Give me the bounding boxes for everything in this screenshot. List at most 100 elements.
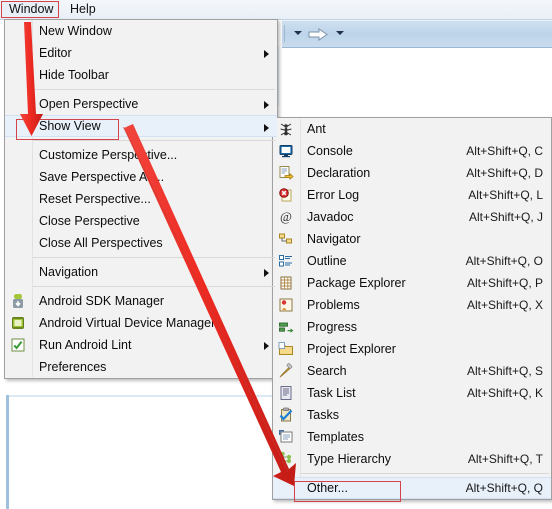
- submenu-arrow-icon: [264, 342, 269, 350]
- submenu-item-task-list[interactable]: Task List Alt+Shift+Q, K: [273, 382, 551, 404]
- menu-item-android-virtual-device-manager[interactable]: Android Virtual Device Manager: [5, 312, 277, 334]
- android-avd-manager-icon: [10, 315, 26, 331]
- menu-item-label: Close All Perspectives: [39, 236, 163, 250]
- search-icon: [278, 363, 294, 379]
- javadoc-icon: @: [278, 209, 294, 225]
- ant-icon: [278, 121, 294, 137]
- editor-area-left-border: [6, 395, 9, 509]
- menu-item-android-sdk-manager[interactable]: Android SDK Manager: [5, 290, 277, 312]
- menu-item-show-view[interactable]: Show View: [5, 115, 277, 137]
- submenu-item-label: Problems: [307, 298, 360, 312]
- menu-separator: [33, 286, 275, 287]
- navigator-icon: [278, 231, 294, 247]
- progress-icon: [278, 319, 294, 335]
- svg-text:@: @: [280, 209, 292, 224]
- android-sdk-manager-icon: [10, 293, 26, 309]
- submenu-item-label: Tasks: [307, 408, 339, 422]
- submenu-item-outline[interactable]: Outline Alt+Shift+Q, O: [273, 250, 551, 272]
- submenu-item-problems[interactable]: Problems Alt+Shift+Q, X: [273, 294, 551, 316]
- submenu-arrow-icon: [264, 101, 269, 109]
- templates-icon: [278, 429, 294, 445]
- submenu-item-accelerator: Alt+Shift+Q, C: [466, 144, 543, 158]
- submenu-item-label: Javadoc: [307, 210, 354, 224]
- submenu-item-type-hierarchy[interactable]: Type Hierarchy Alt+Shift+Q, T: [273, 448, 551, 470]
- menu-item-customize-perspective[interactable]: Customize Perspective...: [5, 144, 277, 166]
- submenu-item-label: Other...: [307, 481, 348, 495]
- submenu-item-label: Error Log: [307, 188, 360, 202]
- submenu-item-search[interactable]: Search Alt+Shift+Q, S: [273, 360, 551, 382]
- submenu-item-label: Type Hierarchy: [307, 452, 392, 466]
- menu-item-label: Reset Perspective...: [39, 192, 151, 206]
- show-view-submenu[interactable]: Ant Console Alt+Shift+Q, C Declaration A…: [272, 117, 552, 500]
- menu-item-editor[interactable]: Editor: [5, 42, 277, 64]
- submenu-item-accelerator: Alt+Shift+Q, T: [467, 452, 543, 466]
- menu-item-label: Preferences: [39, 360, 107, 374]
- submenu-item-accelerator: Alt+Shift+Q, D: [466, 166, 543, 180]
- menu-item-new-window[interactable]: New Window: [5, 20, 277, 42]
- window-menu[interactable]: New Window Editor Hide Toolbar Open Pers…: [4, 19, 278, 379]
- submenu-item-console[interactable]: Console Alt+Shift+Q, C: [273, 140, 551, 162]
- menu-item-label: Show View: [39, 119, 101, 133]
- submenu-item-label: Project Explorer: [307, 342, 396, 356]
- console-icon: [278, 143, 294, 159]
- submenu-item-progress[interactable]: Progress: [273, 316, 551, 338]
- menu-item-navigation[interactable]: Navigation: [5, 261, 277, 283]
- menu-separator: [33, 89, 275, 90]
- menu-item-label: Run Android Lint: [39, 338, 132, 352]
- menu-item-label: Navigation: [39, 265, 99, 279]
- submenu-item-label: Task List: [307, 386, 356, 400]
- submenu-item-accelerator: Alt+Shift+Q, L: [468, 188, 543, 202]
- project-explorer-icon: [278, 341, 294, 357]
- menu-item-close-all-perspectives[interactable]: Close All Perspectives: [5, 232, 277, 254]
- menu-item-label: Customize Perspective...: [39, 148, 178, 162]
- problems-icon: [278, 297, 294, 313]
- menu-item-label: Android Virtual Device Manager: [39, 316, 216, 330]
- submenu-item-label: Ant: [307, 122, 326, 136]
- submenu-item-tasks[interactable]: Tasks: [273, 404, 551, 426]
- submenu-item-ant[interactable]: Ant: [273, 118, 551, 140]
- declaration-icon: [278, 165, 294, 181]
- task-list-icon: [278, 385, 294, 401]
- toolbar-separator: [284, 25, 285, 42]
- menubar-item-window[interactable]: Window: [2, 1, 61, 18]
- menu-separator: [33, 140, 275, 141]
- menu-item-run-android-lint[interactable]: Run Android Lint: [5, 334, 277, 356]
- outline-icon: [278, 253, 294, 269]
- submenu-item-label: Search: [307, 364, 347, 378]
- submenu-item-package-explorer[interactable]: Package Explorer Alt+Shift+Q, P: [273, 272, 551, 294]
- submenu-item-label: Package Explorer: [307, 276, 406, 290]
- menu-item-close-perspective[interactable]: Close Perspective: [5, 210, 277, 232]
- menu-item-label: Hide Toolbar: [39, 68, 109, 82]
- menu-item-hide-toolbar[interactable]: Hide Toolbar: [5, 64, 277, 86]
- submenu-item-accelerator: Alt+Shift+Q, K: [466, 386, 543, 400]
- submenu-item-label: Declaration: [307, 166, 371, 180]
- submenu-item-declaration[interactable]: Declaration Alt+Shift+Q, D: [273, 162, 551, 184]
- menu-item-reset-perspective[interactable]: Reset Perspective...: [5, 188, 277, 210]
- submenu-item-accelerator: Alt+Shift+Q, J: [468, 210, 543, 224]
- menu-item-label: Close Perspective: [39, 214, 140, 228]
- submenu-item-label: Templates: [307, 430, 364, 444]
- forward-arrow-icon[interactable]: [308, 28, 328, 41]
- submenu-item-accelerator: Alt+Shift+Q, Q: [465, 481, 543, 495]
- submenu-item-navigator[interactable]: Navigator: [273, 228, 551, 250]
- submenu-item-accelerator: Alt+Shift+Q, O: [465, 254, 543, 268]
- package-explorer-icon: [278, 275, 294, 291]
- submenu-item-project-explorer[interactable]: Project Explorer: [273, 338, 551, 360]
- submenu-item-javadoc[interactable]: @ Javadoc Alt+Shift+Q, J: [273, 206, 551, 228]
- submenu-item-error-log[interactable]: Error Log Alt+Shift+Q, L: [273, 184, 551, 206]
- menu-separator: [33, 257, 275, 258]
- submenu-item-templates[interactable]: Templates: [273, 426, 551, 448]
- dropdown-caret-icon[interactable]: [294, 31, 302, 35]
- menu-item-label: Open Perspective: [39, 97, 139, 111]
- submenu-item-label: Console: [307, 144, 353, 158]
- menubar-item-help[interactable]: Help: [63, 1, 103, 18]
- menu-item-open-perspective[interactable]: Open Perspective: [5, 93, 277, 115]
- submenu-item-label: Navigator: [307, 232, 361, 246]
- menu-item-preferences[interactable]: Preferences: [5, 356, 277, 378]
- submenu-item-other[interactable]: Other... Alt+Shift+Q, Q: [273, 477, 551, 499]
- dropdown-caret-icon[interactable]: [336, 31, 344, 35]
- menu-item-label: New Window: [39, 24, 112, 38]
- submenu-item-accelerator: Alt+Shift+Q, S: [466, 364, 543, 378]
- submenu-item-label: Progress: [307, 320, 358, 334]
- menu-item-save-perspective-as[interactable]: Save Perspective As...: [5, 166, 277, 188]
